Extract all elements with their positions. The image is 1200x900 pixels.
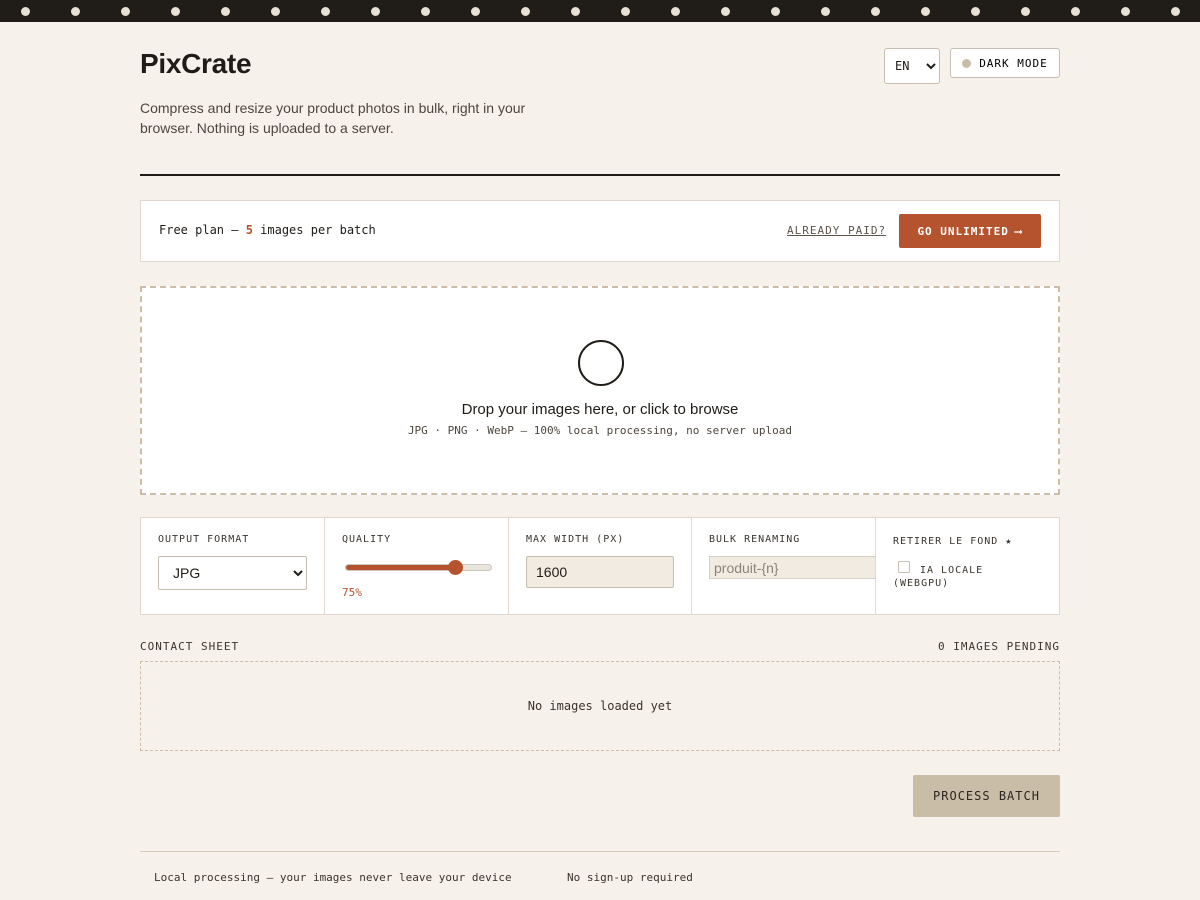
- format-cell: OUTPUT FORMAT JPG: [141, 518, 325, 614]
- settings-panel: OUTPUT FORMAT JPG QUALITY 75% MAX WIDTH …: [140, 517, 1060, 615]
- strip-dot: [371, 7, 380, 16]
- output-format-select[interactable]: JPG: [158, 556, 307, 590]
- max-width-label: MAX WIDTH (PX): [526, 534, 625, 545]
- renaming-label: BULK RENAMING: [709, 534, 801, 545]
- quality-slider-handle[interactable]: [447, 560, 463, 575]
- sun-icon: [962, 58, 972, 68]
- plan-text-prefix: Free plan —: [159, 223, 246, 237]
- strip-dot: [971, 7, 980, 16]
- header-divider: [140, 174, 1060, 176]
- strip-dot: [271, 7, 280, 16]
- strip-dot: [771, 7, 780, 16]
- quality-value: 75%: [342, 586, 362, 599]
- footer-privacy-note: Local processing — your images never lea…: [154, 871, 512, 884]
- strip-dot: [521, 7, 530, 16]
- renaming-cell: BULK RENAMING: [692, 518, 876, 614]
- top-decorative-strip: [0, 0, 1200, 22]
- go-unlimited-button[interactable]: GO UNLIMITED ⟶: [899, 214, 1041, 248]
- strip-dot: [821, 7, 830, 16]
- strip-dot: [1121, 7, 1130, 16]
- strip-dot: [671, 7, 680, 16]
- background-removal-cell: RETIRER LE FOND ★ IA LOCALE (WEBGPU): [876, 518, 1059, 614]
- quality-slider-fill: [346, 565, 455, 570]
- quality-cell: QUALITY 75%: [325, 518, 509, 614]
- process-batch-button[interactable]: PROCESS BATCH: [913, 775, 1060, 817]
- strip-dot: [1021, 7, 1030, 16]
- plan-text: Free plan — 5 images per batch: [159, 223, 376, 237]
- strip-dot: [21, 7, 30, 16]
- contact-sheet: No images loaded yet: [140, 661, 1060, 751]
- plan-banner: Free plan — 5 images per batch ALREADY P…: [140, 200, 1060, 262]
- strip-dot: [321, 7, 330, 16]
- quality-slider[interactable]: [345, 560, 492, 575]
- pending-count: 0 IMAGES PENDING: [938, 640, 1060, 653]
- contact-sheet-empty-text: No images loaded yet: [527, 699, 673, 713]
- dark-mode-button[interactable]: DARK MODE: [950, 48, 1060, 78]
- footer-signup-note: No sign-up required: [567, 871, 693, 884]
- contact-sheet-label: CONTACT SHEET: [140, 640, 240, 653]
- arrow-right-icon: ⟶: [1014, 224, 1023, 238]
- strip-dot: [571, 7, 580, 16]
- strip-dot: [471, 7, 480, 16]
- language-select[interactable]: EN: [884, 48, 940, 84]
- image-dropzone[interactable]: Drop your images here, or click to brows…: [140, 286, 1060, 495]
- strip-dot: [1071, 7, 1080, 16]
- strip-dot: [171, 7, 180, 16]
- go-unlimited-label: GO UNLIMITED: [917, 224, 1009, 238]
- local-ai-checkbox-label: IA LOCALE (WEBGPU): [893, 565, 984, 589]
- quality-label: QUALITY: [342, 534, 392, 545]
- upload-circle-icon: [578, 340, 624, 386]
- rename-pattern-input[interactable]: [709, 556, 875, 579]
- strip-dot: [221, 7, 230, 16]
- strip-dot: [621, 7, 630, 16]
- strip-dot: [121, 7, 130, 16]
- dark-mode-label: DARK MODE: [979, 56, 1048, 70]
- plan-text-suffix: images per batch: [252, 223, 376, 237]
- dropzone-title: Drop your images here, or click to brows…: [461, 401, 739, 418]
- strip-dot: [71, 7, 80, 16]
- max-width-cell: MAX WIDTH (PX): [509, 518, 692, 614]
- strip-dot: [1171, 7, 1180, 16]
- footer-divider: [140, 851, 1060, 852]
- format-label: OUTPUT FORMAT: [158, 534, 250, 545]
- background-removal-label: RETIRER LE FOND ★: [893, 536, 1013, 547]
- dropzone-subtitle: JPG · PNG · WebP — 100% local processing…: [407, 424, 793, 437]
- max-width-input[interactable]: [526, 556, 674, 588]
- app-tagline: Compress and resize your product photos …: [140, 100, 526, 136]
- strip-dot: [421, 7, 430, 16]
- strip-dot: [721, 7, 730, 16]
- plan-limit: 5: [245, 223, 253, 237]
- strip-dot: [921, 7, 930, 16]
- app-title: PixCrate: [140, 48, 252, 79]
- already-paid-link[interactable]: ALREADY PAID?: [787, 224, 886, 237]
- strip-dot: [871, 7, 880, 16]
